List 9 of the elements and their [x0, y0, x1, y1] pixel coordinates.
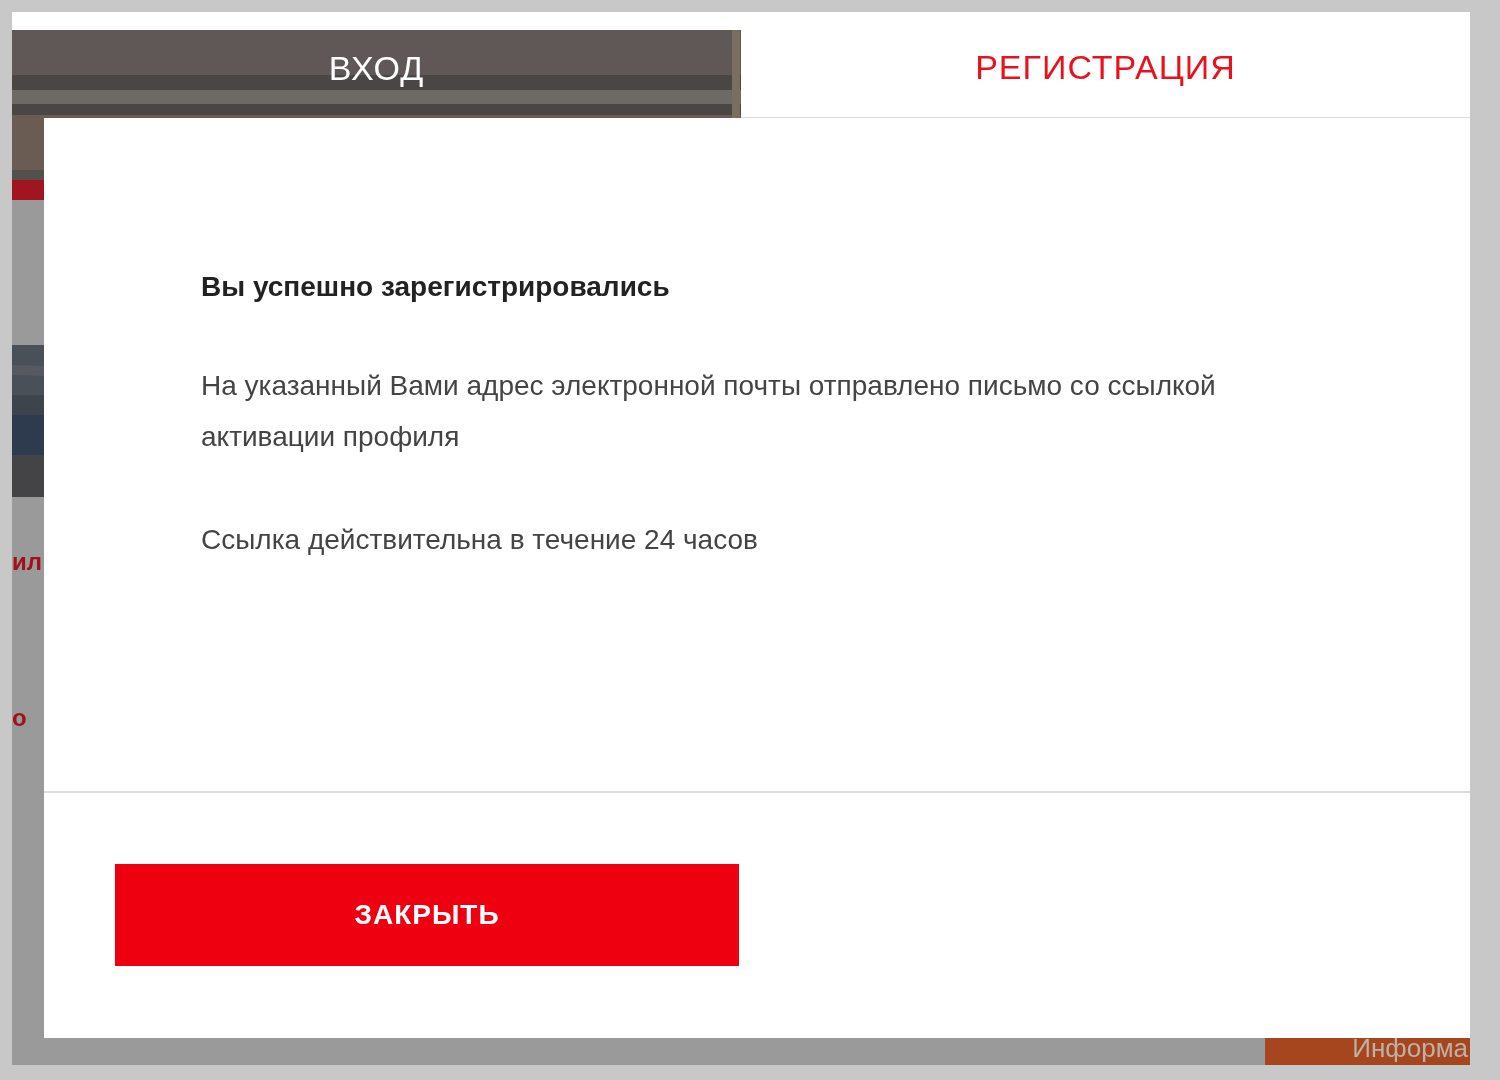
cut-text: ил [12, 549, 42, 576]
tab[interactable]: РЕГИСТРАЦИЯ [741, 30, 1470, 118]
tile-label: Информа [1352, 1034, 1468, 1063]
message-text: Ссылка действительна в течение 24 часов [201, 523, 759, 557]
tab[interactable]: ВХОД [12, 30, 741, 118]
message-text: На указанный Вами адрес электронной почты отправлено письмо со ссылкой активации профиля [201, 369, 1217, 454]
cut-text: о [12, 705, 27, 732]
dialog-title: Вы успешно зарегистрировались [201, 270, 671, 304]
close-button[interactable]: ЗАКРЫТЬ [115, 864, 739, 966]
